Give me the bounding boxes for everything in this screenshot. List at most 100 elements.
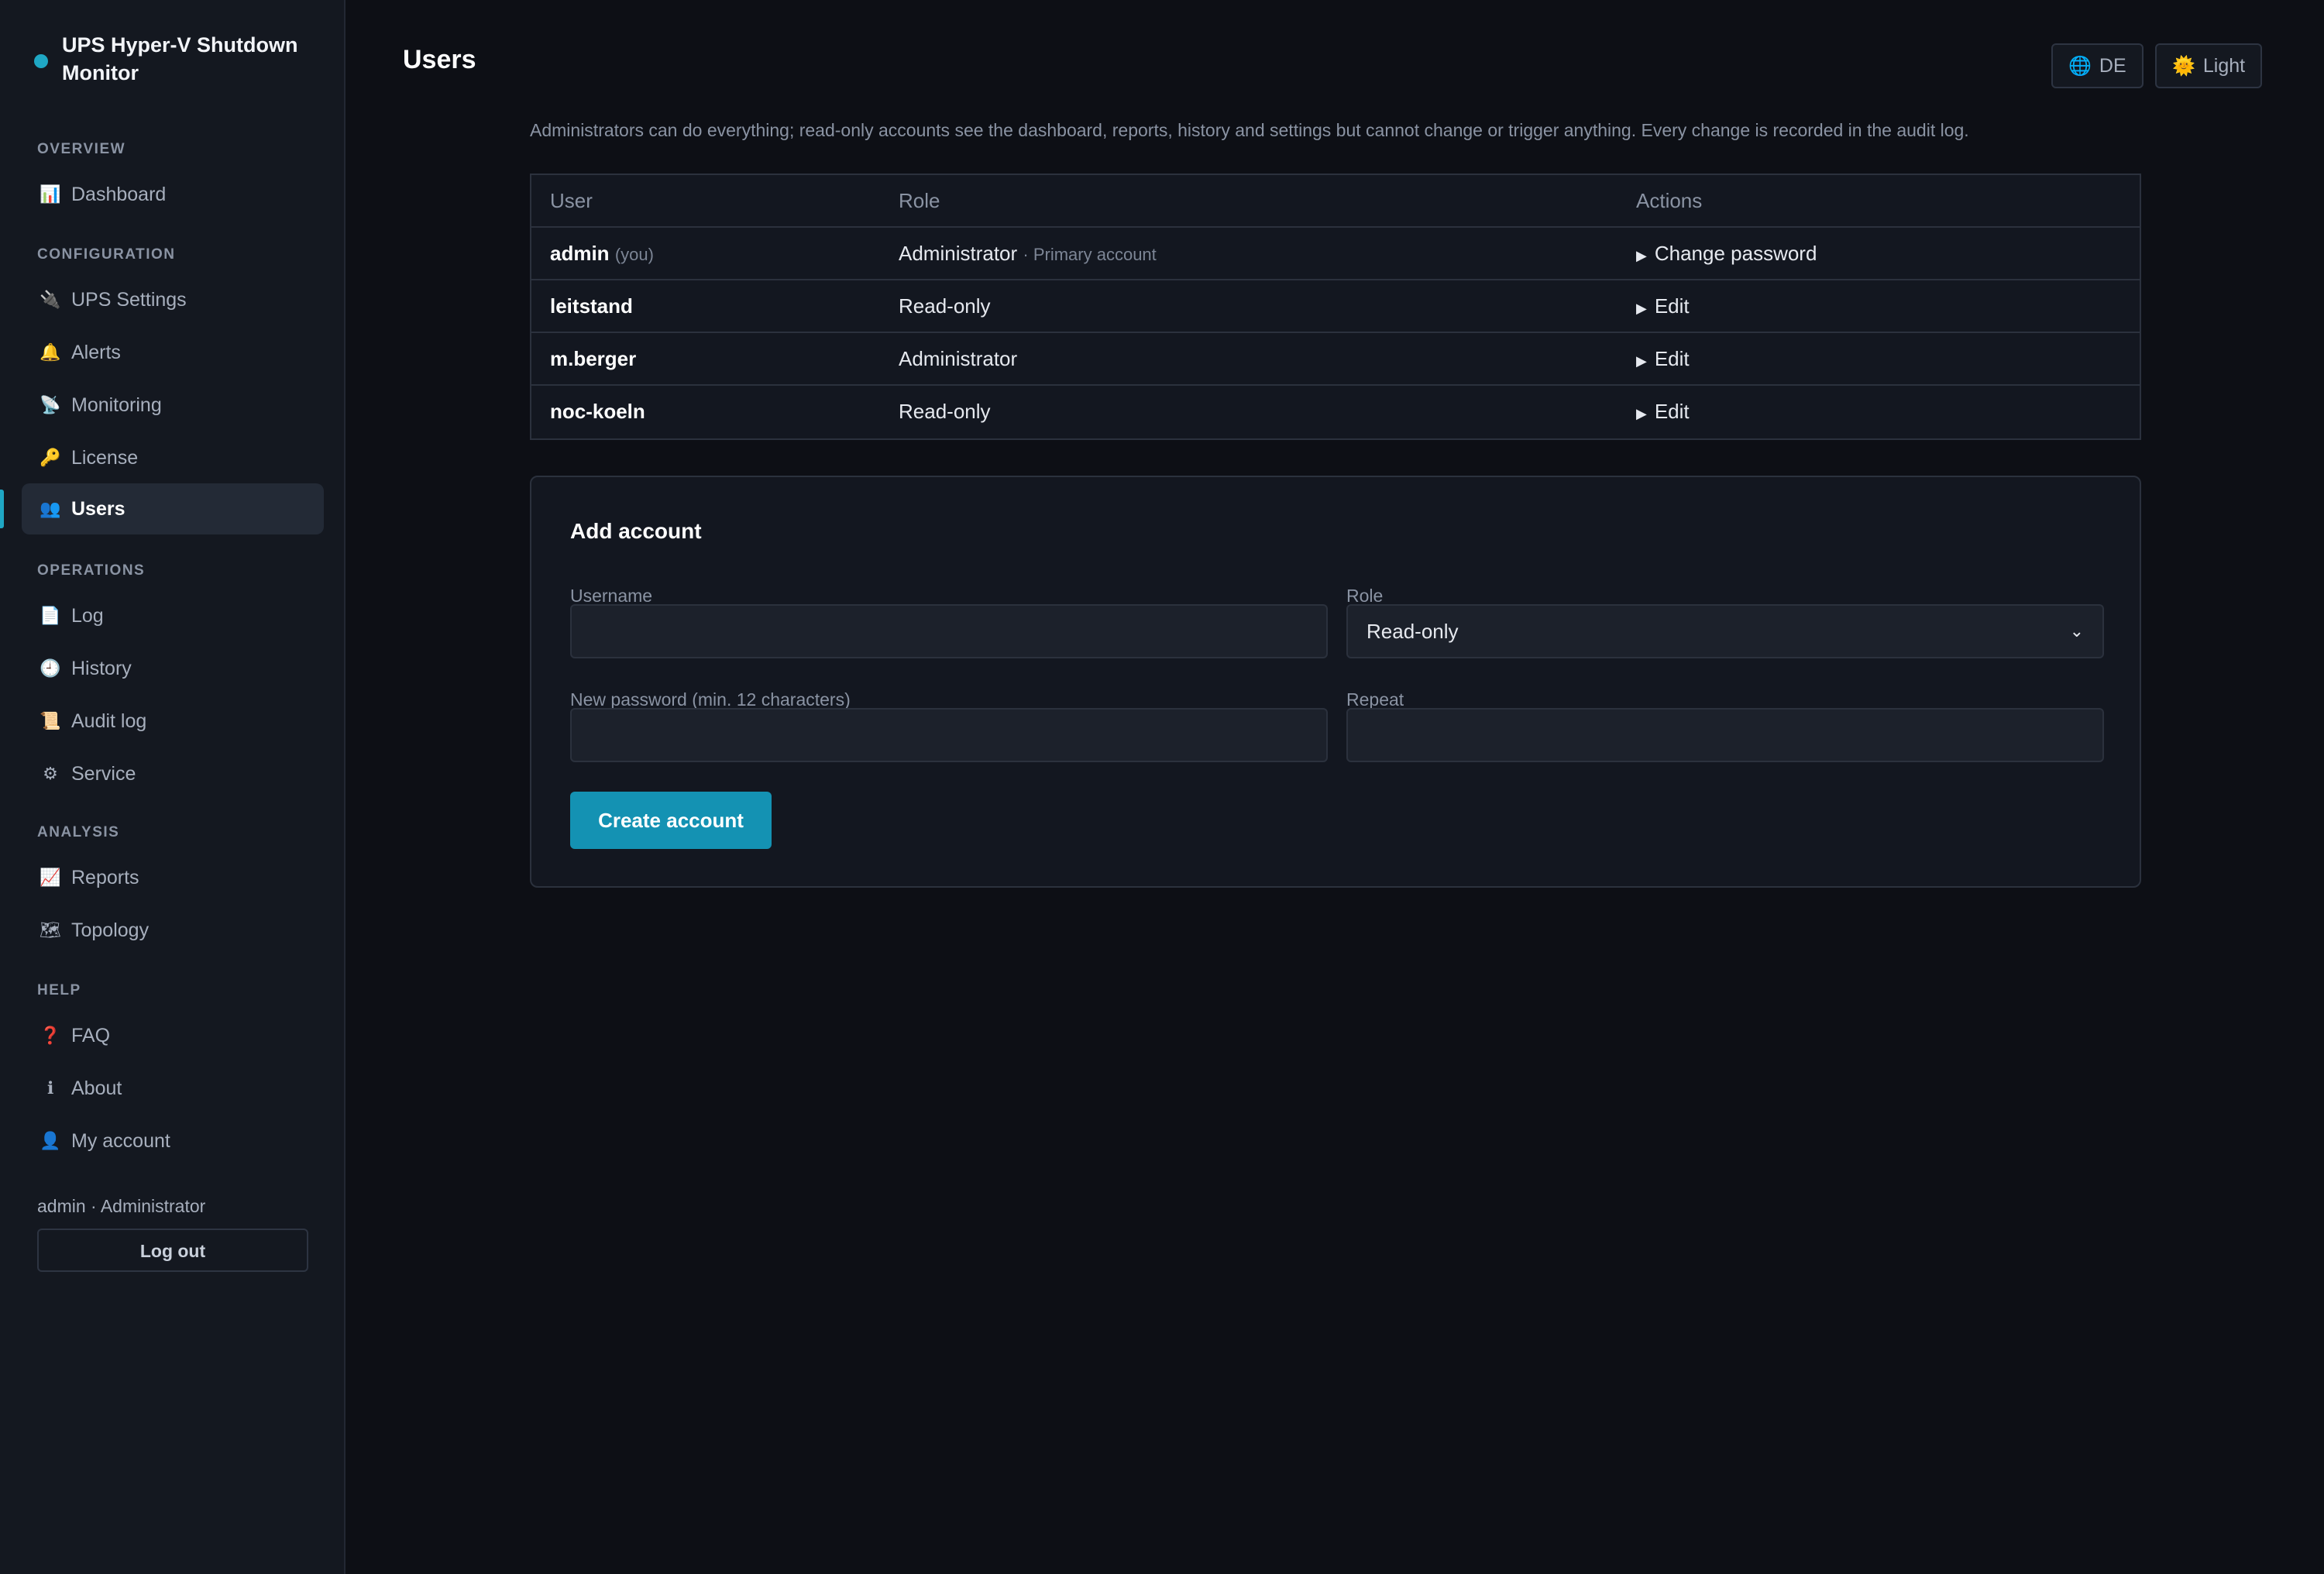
username: leitstand — [550, 294, 633, 318]
sidebar-item-label: Users — [71, 497, 125, 520]
sidebar-item-log[interactable]: 📄 Log — [22, 590, 324, 641]
role: Read-only — [899, 294, 991, 318]
sidebar-item-service[interactable]: ⚙ Service — [22, 748, 324, 799]
line-chart-icon: 📈 — [40, 868, 61, 887]
theme-toggle-button[interactable]: 🌞 Light — [2155, 43, 2263, 88]
person-icon: 👤 — [40, 1131, 61, 1150]
repeat-password-input[interactable] — [1346, 708, 2104, 762]
current-user-info: admin · Administrator — [37, 1196, 206, 1216]
table-row: admin (you) Administrator · Primary acco… — [531, 228, 2140, 280]
edit-user-action[interactable]: ▶ Edit — [1636, 386, 1690, 437]
clock-icon: 🕘 — [40, 658, 61, 678]
you-tag: (you) — [614, 245, 654, 264]
role: Read-only — [899, 400, 991, 423]
action-label: Edit — [1654, 294, 1690, 318]
users-icon: 👥 — [40, 499, 61, 518]
username-label: Username — [570, 586, 653, 606]
globe-icon: 🌐 — [2068, 55, 2092, 77]
users-table: User Role Actions admin (you) Administra… — [530, 174, 2141, 440]
sidebar-item-label: Monitoring — [71, 394, 162, 416]
create-account-button[interactable]: Create account — [570, 792, 772, 849]
sidebar-item-label: Alerts — [71, 341, 121, 363]
edit-user-action[interactable]: ▶ Edit — [1636, 333, 1690, 384]
role-cell: Administrator — [899, 333, 1017, 384]
role-label: Role — [1346, 586, 1384, 606]
language-button[interactable]: 🌐 DE — [2051, 43, 2144, 88]
sidebar-item-reports[interactable]: 📈 Reports — [22, 852, 324, 903]
role-select[interactable]: Read-only ⌄ — [1346, 604, 2104, 658]
language-label: DE — [2099, 54, 2126, 77]
edit-user-action[interactable]: ▶ Edit — [1636, 280, 1690, 332]
disclosure-triangle-icon: ▶ — [1636, 301, 1647, 316]
sidebar-item-label: Topology — [71, 919, 150, 941]
sidebar-item-about[interactable]: ℹ About — [22, 1063, 324, 1114]
sidebar-item-topology[interactable]: 🗺 Topology — [22, 905, 324, 956]
sidebar-item-label: History — [71, 657, 132, 679]
section-label-configuration: CONFIGURATION — [37, 246, 176, 263]
table-header: User Role Actions — [531, 175, 2140, 228]
table-row: leitstand Read-only ▶ Edit — [531, 280, 2140, 333]
sidebar-item-license[interactable]: 🔑 License — [22, 432, 324, 483]
add-account-title: Add account — [570, 519, 702, 543]
username-input[interactable] — [570, 604, 1328, 658]
table-row: noc-koeln Read-only ▶ Edit — [531, 386, 2140, 438]
sidebar-item-audit-log[interactable]: 📜 Audit log — [22, 696, 324, 747]
disclosure-triangle-icon: ▶ — [1636, 248, 1647, 263]
section-label-operations: OPERATIONS — [37, 562, 146, 579]
section-label-overview: OVERVIEW — [37, 141, 126, 157]
disclosure-triangle-icon: ▶ — [1636, 406, 1647, 421]
satellite-icon: 📡 — [40, 395, 61, 414]
username: m.berger — [550, 347, 637, 370]
document-icon: 📄 — [40, 606, 61, 625]
change-password-action[interactable]: ▶ Change password — [1636, 228, 1817, 279]
sidebar-item-my-account[interactable]: 👤 My account — [22, 1115, 324, 1167]
sidebar-item-dashboard[interactable]: 📊 Dashboard — [22, 169, 324, 220]
app-title: UPS Hyper-V Shutdown Monitor — [62, 33, 298, 84]
user-cell: leitstand — [550, 280, 633, 332]
username: noc-koeln — [550, 400, 645, 423]
action-label: Edit — [1654, 347, 1690, 370]
sidebar-item-ups-settings[interactable]: 🔌 UPS Settings — [22, 274, 324, 325]
sidebar-item-faq[interactable]: ❓ FAQ — [22, 1010, 324, 1061]
user-cell: m.berger — [550, 333, 636, 384]
action-label: Edit — [1654, 400, 1690, 423]
logout-button[interactable]: Log out — [37, 1229, 308, 1272]
sun-icon: 🌞 — [2172, 55, 2195, 77]
sidebar-item-label: License — [71, 446, 139, 469]
status-dot-icon — [34, 54, 48, 68]
password-input[interactable] — [570, 708, 1328, 762]
add-account-card: Add account Username Role Read-only ⌄ Ne… — [530, 476, 2141, 888]
sidebar-item-label: Dashboard — [71, 183, 167, 205]
sidebar-item-label: About — [71, 1077, 122, 1099]
plug-icon: 🔌 — [40, 290, 61, 309]
sidebar-item-alerts[interactable]: 🔔 Alerts — [22, 327, 324, 378]
action-label: Change password — [1654, 242, 1817, 265]
active-indicator — [0, 490, 4, 528]
role-cell: Read-only — [899, 280, 991, 332]
disclosure-triangle-icon: ▶ — [1636, 353, 1647, 369]
sidebar-item-label: Audit log — [71, 710, 147, 732]
intro-text: Administrators can do everything; read-o… — [530, 120, 1969, 140]
role-cell: Administrator · Primary account — [899, 228, 1157, 279]
sidebar-item-label: FAQ — [71, 1024, 111, 1046]
map-icon: 🗺 — [40, 920, 61, 940]
role-cell: Read-only — [899, 386, 991, 437]
section-label-help: HELP — [37, 982, 81, 998]
sidebar-item-label: UPS Settings — [71, 288, 187, 311]
role: Administrator — [899, 347, 1018, 370]
table-row: m.berger Administrator ▶ Edit — [531, 333, 2140, 386]
bar-chart-icon: 📊 — [40, 184, 61, 204]
question-icon: ❓ — [40, 1026, 61, 1045]
theme-label: Light — [2202, 54, 2246, 77]
bell-icon: 🔔 — [40, 342, 61, 362]
sidebar-item-label: Service — [71, 762, 136, 785]
sidebar-item-history[interactable]: 🕘 History — [22, 643, 324, 694]
user-cell: noc-koeln — [550, 386, 645, 437]
username: admin — [550, 242, 610, 265]
sidebar-item-users[interactable]: 👥 Users — [22, 483, 324, 534]
role: Administrator — [899, 242, 1018, 265]
repeat-password-label: Repeat — [1346, 689, 1404, 710]
key-icon: 🔑 — [40, 448, 61, 467]
sidebar-item-monitoring[interactable]: 📡 Monitoring — [22, 380, 324, 431]
info-icon: ℹ — [46, 1078, 54, 1098]
